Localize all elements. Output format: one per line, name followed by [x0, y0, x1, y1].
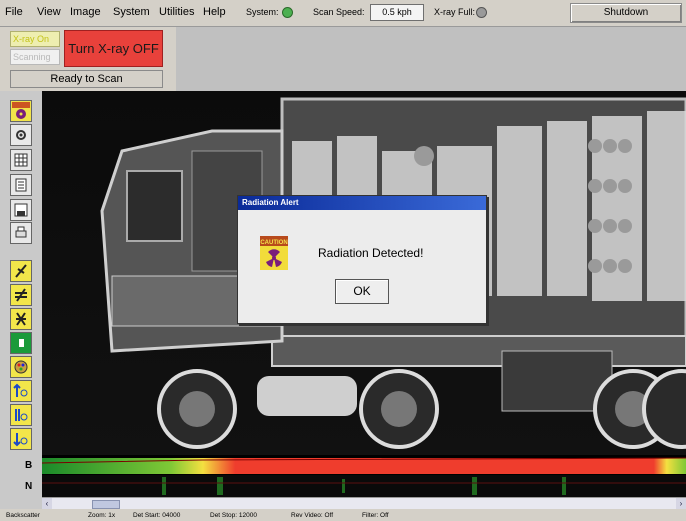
strip-labels: B N: [0, 455, 42, 497]
top-panel-fill: [176, 27, 686, 91]
b-strip-label: B: [25, 460, 33, 471]
zoom-bar-icon[interactable]: [10, 404, 32, 426]
menu-utilities[interactable]: Utilities: [159, 6, 194, 18]
menu-image[interactable]: Image: [70, 6, 101, 18]
zoom-up-icon[interactable]: [10, 380, 32, 402]
status-filter: Filter: Off: [362, 512, 389, 519]
tool-c-icon[interactable]: [10, 308, 32, 330]
palette-icon[interactable]: [10, 356, 32, 378]
neutron-strip: [42, 475, 686, 497]
menu-view[interactable]: View: [37, 6, 61, 18]
system-status-label: System:: [246, 7, 279, 17]
radiation-alert-dialog: Radiation Alert CAUTION Radiation Detect…: [237, 195, 487, 324]
left-toolbar: [0, 91, 42, 456]
tool-b-icon[interactable]: [10, 284, 32, 306]
system-status-led-icon: [282, 7, 293, 18]
scan-speed-label: Scan Speed:: [313, 7, 365, 17]
contrast-icon[interactable]: [10, 332, 32, 354]
horizontal-scrollbar[interactable]: ‹ ›: [42, 497, 686, 509]
dialog-message: Radiation Detected!: [318, 246, 424, 260]
ok-button[interactable]: OK: [335, 279, 389, 304]
ready-status: Ready to Scan: [10, 70, 163, 88]
save-icon[interactable]: [10, 199, 32, 221]
xray-full-label: X-ray Full:: [434, 7, 476, 17]
radiation-rid-icon[interactable]: [10, 100, 32, 122]
status-det-stop: Det Stop: 12000: [210, 512, 257, 519]
menu-file[interactable]: File: [5, 6, 23, 18]
dialog-title: Radiation Alert: [238, 196, 486, 210]
tool-a-icon[interactable]: [10, 260, 32, 282]
menu-bar: File View Image System Utilities Help Sy…: [0, 0, 686, 27]
status-bar: Backscatter Zoom: 1x Det Start: 04000 De…: [0, 509, 686, 521]
status-rev-video: Rev Video: Off: [291, 512, 334, 519]
grid-icon[interactable]: [10, 149, 32, 171]
scanning-indicator: Scanning: [10, 49, 60, 65]
print-icon[interactable]: [10, 222, 32, 244]
xray-on-indicator: X-ray On: [10, 31, 60, 47]
status-mode: Backscatter: [6, 512, 40, 519]
xray-scanner-app: File View Image System Utilities Help Sy…: [0, 0, 686, 521]
caution-radiation-icon: CAUTION: [260, 236, 288, 270]
pan-icon[interactable]: [10, 124, 32, 146]
shutdown-button[interactable]: Shutdown: [570, 3, 682, 23]
scroll-right-icon[interactable]: ›: [676, 498, 686, 509]
status-det-start: Det Start: 04000: [133, 512, 181, 519]
scan-speed-value: 0.5 kph: [370, 4, 424, 21]
turn-xray-off-button[interactable]: Turn X-ray OFF: [64, 30, 163, 67]
n-strip-label: N: [25, 481, 33, 492]
caution-text: CAUTION: [260, 240, 287, 246]
zoom-down-icon[interactable]: [10, 428, 32, 450]
status-zoom: Zoom: 1x: [88, 512, 116, 519]
xray-full-led-icon: [476, 7, 487, 18]
menu-help[interactable]: Help: [203, 6, 226, 18]
scroll-left-icon[interactable]: ‹: [42, 498, 52, 509]
backscatter-strip: [41, 455, 686, 475]
menu-system[interactable]: System: [113, 6, 150, 18]
document-icon[interactable]: [10, 174, 32, 196]
scroll-thumb[interactable]: [92, 500, 120, 509]
